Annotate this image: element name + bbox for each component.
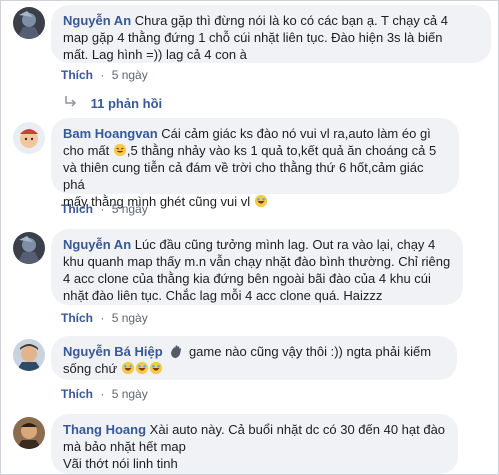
comment-bubble: Nguyễn An Chưa gặp thì đừng nói là ko có… — [51, 5, 491, 63]
separator: · — [100, 311, 105, 325]
comment-author[interactable]: Nguyễn An — [63, 237, 131, 252]
comment-bubble: Nguyễn An Lúc đầu cũng tưởng mình lag. O… — [51, 229, 463, 305]
comment-bubble: Nguyễn Bá Hiệp game nào cũng vậy thôi :)… — [51, 336, 457, 380]
comment-timestamp[interactable]: 5 ngày — [112, 387, 148, 401]
avatar[interactable] — [13, 417, 45, 449]
like-button[interactable]: Thích — [61, 387, 93, 401]
view-replies-link[interactable]: 11 phản hồi — [63, 94, 162, 111]
laughing-emoji-icon — [135, 361, 148, 375]
rofl-emoji-icon — [113, 143, 126, 157]
comment-text: Cái cảm giác ks đào nó vui vl ra,auto là… — [161, 126, 431, 141]
separator: · — [100, 202, 105, 216]
comment-timestamp[interactable]: 5 ngày — [112, 202, 148, 216]
separator: · — [100, 387, 105, 401]
comment-text: Xài auto này. Cả buổi nhặt dc có 30 đến … — [149, 422, 446, 437]
comment-actions: Thích · 5 ngày — [61, 387, 148, 401]
comment-text: Vãi thớt nói linh tinh — [63, 456, 178, 471]
comment-actions: Thích · 5 ngày — [61, 68, 148, 82]
reply-arrow-icon — [65, 96, 77, 107]
separator: · — [100, 68, 105, 82]
comment-text: sống chứ — [63, 361, 118, 376]
comment-text: map gặp 4 thằng đứng 1 chỗ cúi nhặt liên… — [63, 30, 443, 45]
avatar[interactable] — [13, 339, 45, 371]
comment-text: Lúc đầu cũng tưởng mình lag. Out ra vào … — [134, 237, 436, 252]
comment-text: nhặt đào liên tục. Chắc lag mỗi 4 acc cl… — [63, 288, 383, 303]
comment-actions: Thích · 5 ngày — [61, 311, 148, 325]
comment-author[interactable]: Thang Hoang — [63, 422, 146, 437]
comment-actions: Thích · 5 ngày — [61, 202, 148, 216]
laughing-emoji-icon — [254, 194, 267, 208]
comment-author[interactable]: Bam Hoangvan — [63, 126, 158, 141]
comment-text: game nào cũng vậy thôi :)) ngta phải kiế… — [188, 344, 432, 359]
like-button[interactable]: Thích — [61, 68, 93, 82]
comment-text: 4 acc clone của thằng kia đứng bên ngoài… — [63, 271, 431, 286]
comment-thread: Nguyễn An Chưa gặp thì đừng nói là ko có… — [0, 0, 499, 475]
replies-count[interactable]: 11 phản hồi — [91, 96, 163, 111]
comment-text: và thiên cung tiễn cả đám về trời cho th… — [63, 160, 424, 192]
comment-author[interactable]: Nguyễn Bá Hiệp — [63, 344, 163, 359]
comment-timestamp[interactable]: 5 ngày — [112, 68, 148, 82]
avatar[interactable] — [13, 122, 45, 154]
like-button[interactable]: Thích — [61, 202, 93, 216]
comment-bubble: Thang Hoang Xài auto này. Cả buổi nhặt d… — [51, 414, 458, 474]
avatar[interactable] — [13, 7, 45, 39]
comment-text: ,5 thằng nhảy vào ks 1 quả to,kết quả ăn… — [126, 143, 437, 158]
avatar[interactable] — [13, 232, 45, 264]
comment-author[interactable]: Nguyễn An — [63, 13, 131, 28]
like-button[interactable]: Thích — [61, 311, 93, 325]
comment-bubble: Bam Hoangvan Cái cảm giác ks đào nó vui … — [51, 118, 459, 209]
waving-hand-icon — [171, 345, 182, 359]
comment-text: mà bảo nhặt hết map — [63, 439, 186, 454]
comment-text: Chưa gặp thì đừng nói là ko có các bạn ạ… — [134, 13, 448, 28]
comment-text: mất. Lag hình =)) lag cả 4 con à — [63, 47, 247, 62]
laughing-emoji-icon — [149, 361, 162, 375]
comment-text: khu quanh map thấy m.n vẫn chạy nhặt đào… — [63, 254, 451, 269]
comment-text: cho mất — [63, 143, 110, 158]
laughing-emoji-icon — [121, 361, 134, 375]
comment-timestamp[interactable]: 5 ngày — [112, 311, 148, 325]
